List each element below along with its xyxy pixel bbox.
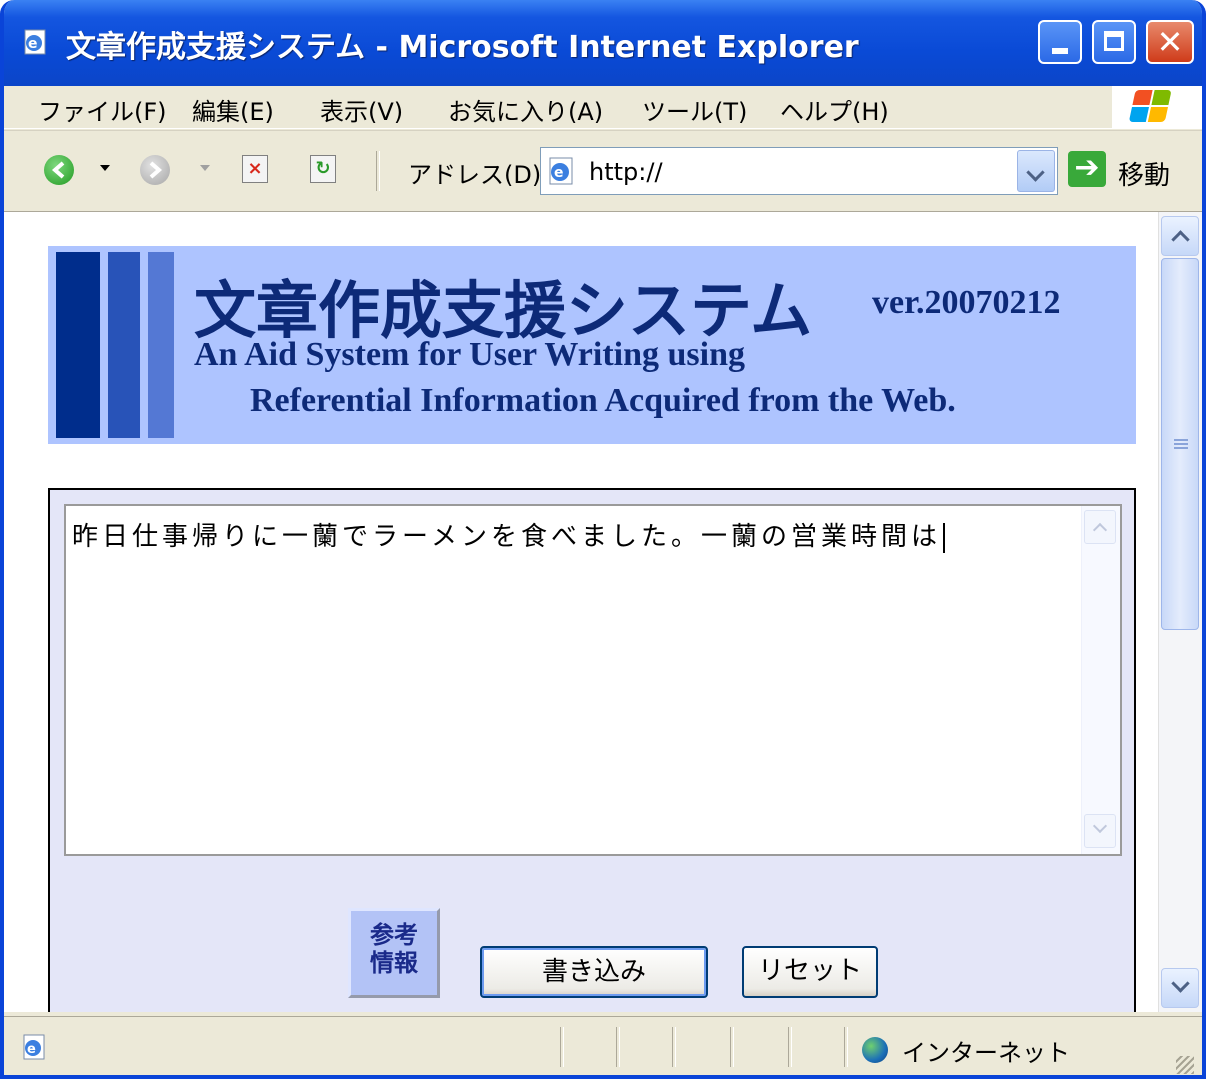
scroll-up-icon[interactable] [1161,216,1199,256]
menu-edit[interactable]: 編集(E) [192,92,274,127]
refresh-icon[interactable]: ↻ [310,155,336,183]
menu-view[interactable]: 表示(V) [320,92,403,127]
address-bar[interactable]: e http:// [540,147,1058,195]
writing-textarea[interactable]: 昨日仕事帰りに一蘭でラーメンを食べました。一蘭の営業時間は [64,504,1122,856]
version-label: ver.20070212 [872,284,1061,321]
go-arrow-icon[interactable]: ➔ [1068,151,1106,187]
close-icon: ✕ [1156,23,1184,61]
reference-info-button[interactable]: 参考 情報 [348,908,440,998]
security-zone-label: インターネット [902,1039,1070,1067]
writing-form: 昨日仕事帰りに一蘭でラーメンを食べました。一蘭の営業時間は 参考 情報 書き込み… [48,488,1136,1012]
back-dropdown-icon[interactable] [100,165,110,171]
page-subtitle-line2: Referential Information Acquired from th… [250,382,956,419]
toolbar: × ↻ アドレス(D) e http:// ➔ 移動 [4,130,1202,212]
textarea-scroll-up-icon[interactable] [1084,510,1116,544]
menu-tools[interactable]: ツール(T) [642,92,747,127]
menu-bar: ファイル(F) 編集(E) 表示(V) お気に入り(A) ツール(T) ヘルプ(… [4,86,1202,129]
page-status-icon: e [23,1034,45,1060]
grip-icon [1174,439,1188,449]
page-content: 文章作成支援システム ver.20070212 An Aid System fo… [4,212,1158,1012]
reference-button-line1: 参考 [370,921,418,949]
page-scrollbar[interactable] [1158,212,1202,1012]
forward-dropdown-icon[interactable] [200,165,210,171]
minimize-button[interactable] [1038,20,1082,64]
resize-grip-icon[interactable] [1176,1056,1194,1074]
svg-text:e: e [27,1042,36,1057]
status-divider [788,1027,792,1067]
svg-text:e: e [28,36,38,52]
menu-file[interactable]: ファイル(F) [38,92,167,127]
back-arrow-icon [51,161,65,179]
scroll-down-icon[interactable] [1161,968,1199,1008]
minimize-icon [1052,48,1068,54]
stop-icon[interactable]: × [242,155,268,183]
ie-page-icon: e [24,29,46,55]
reset-button[interactable]: リセット [742,946,878,998]
window-title: 文章作成支援システム - Microsoft Internet Explorer [66,30,859,65]
textarea-content: 昨日仕事帰りに一蘭でラーメンを食べました。一蘭の営業時間は [72,522,941,552]
address-dropdown-button[interactable] [1017,150,1055,192]
status-divider [560,1027,564,1067]
page-subtitle-line1: An Aid System for User Writing using [194,336,746,373]
go-button-label[interactable]: 移動 [1118,155,1170,192]
windows-logo-area [1112,86,1202,128]
maximize-button[interactable] [1092,20,1136,64]
banner-stripe [108,252,140,438]
text-caret [942,522,945,553]
address-label: アドレス(D) [408,161,542,189]
ie-page-icon: e [549,157,573,185]
write-button[interactable]: 書き込み [480,946,708,998]
forward-button[interactable] [140,155,170,185]
forward-arrow-icon [149,161,163,179]
reference-button-line2: 情報 [370,949,418,977]
toolbar-separator [376,151,380,191]
status-bar: e インターネット [4,1016,1202,1075]
browser-window: e 文章作成支援システム - Microsoft Internet Explor… [0,0,1206,1079]
scroll-thumb[interactable] [1161,258,1199,630]
back-button[interactable] [44,155,74,185]
header-banner: 文章作成支援システム ver.20070212 An Aid System fo… [48,246,1136,444]
title-bar[interactable]: e 文章作成支援システム - Microsoft Internet Explor… [4,0,1202,86]
textarea-scroll-down-icon[interactable] [1084,814,1116,848]
maximize-icon [1104,31,1124,51]
banner-stripe [56,252,100,438]
svg-text:e: e [554,165,564,181]
status-divider [730,1027,734,1067]
status-divider [844,1027,848,1067]
status-divider [672,1027,676,1067]
banner-stripe [148,252,174,438]
address-input[interactable]: http:// [589,158,663,186]
windows-flag-icon [1128,90,1173,124]
globe-icon [862,1037,888,1063]
menu-favorites[interactable]: お気に入り(A) [448,92,603,127]
textarea-scrollbar[interactable] [1081,506,1120,854]
close-button[interactable]: ✕ [1146,20,1194,64]
status-divider [616,1027,620,1067]
menu-help[interactable]: ヘルプ(H) [780,92,889,127]
